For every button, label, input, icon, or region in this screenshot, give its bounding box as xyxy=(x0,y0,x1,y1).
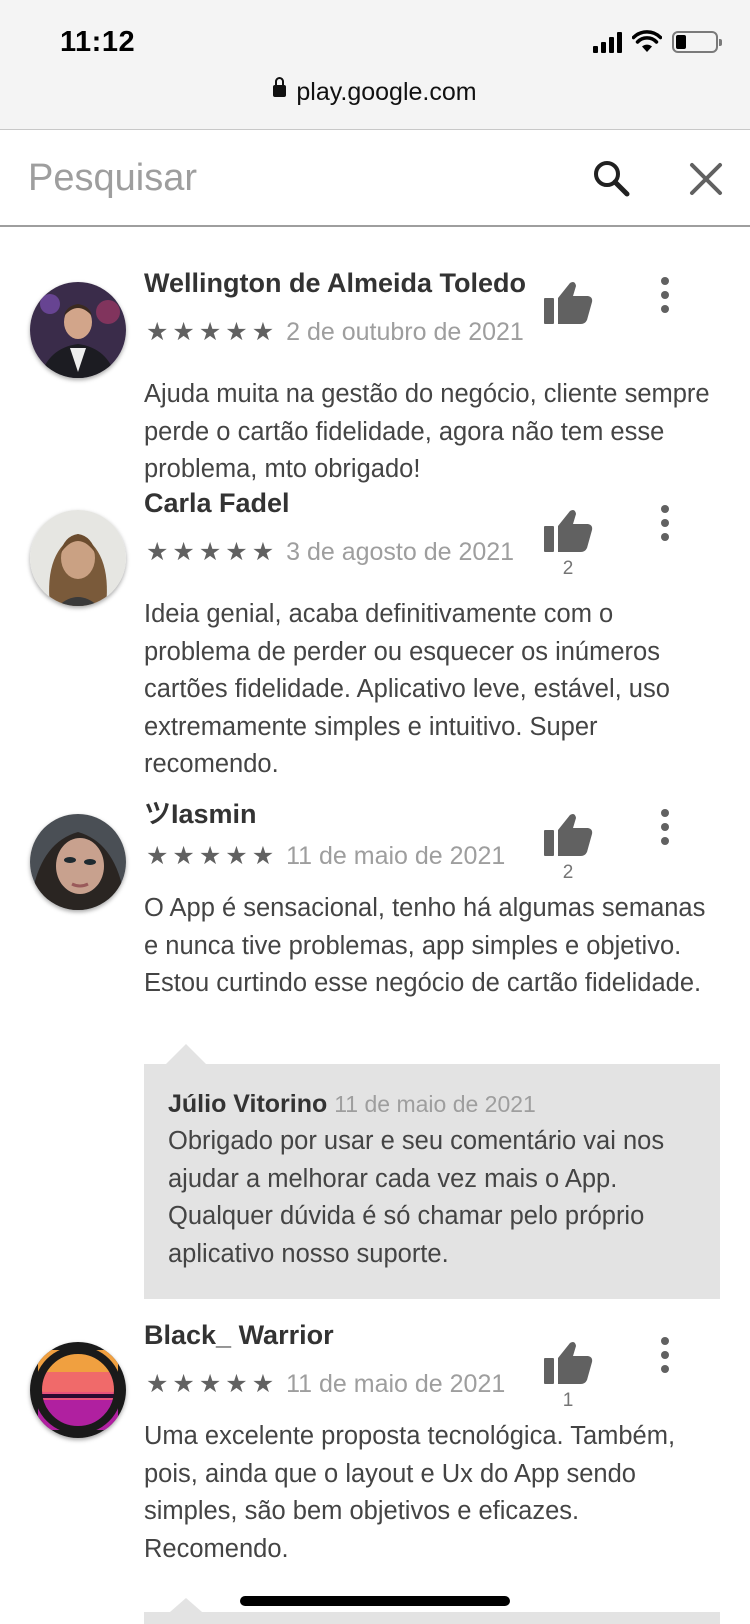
review-author: Carla Fadel xyxy=(144,488,290,518)
star-rating: ★ ★ ★ ★ ★ 2 de outubro de 2021 xyxy=(146,318,524,347)
star-icon: ★ xyxy=(172,842,195,870)
helpful-count: 1 xyxy=(562,1390,574,1411)
star-icon: ★ xyxy=(146,538,169,566)
battery-icon xyxy=(672,31,722,53)
cellular-signal-icon xyxy=(593,31,622,53)
review-text: Ideia genial, acaba definitivamente com … xyxy=(144,600,670,778)
thumbs-up-icon[interactable] xyxy=(542,1340,594,1386)
star-icon: ★ xyxy=(172,538,195,566)
reply-date: 11 de maio de 2021 xyxy=(334,1091,536,1117)
review-text: O App é sensacional, tenho há algumas se… xyxy=(144,894,706,997)
avatar[interactable] xyxy=(30,1342,126,1438)
more-options-icon[interactable] xyxy=(650,1336,680,1376)
address-bar[interactable]: play.google.com xyxy=(0,77,750,107)
status-icons xyxy=(593,30,722,54)
browser-chrome: 11:12 play.google.com xyxy=(0,0,750,130)
star-rating: ★ ★ ★ ★ ★ 11 de maio de 2021 xyxy=(146,842,505,871)
star-icon: ★ xyxy=(198,318,222,346)
review-text: Ajuda muita na gestão do negócio, client… xyxy=(144,380,710,483)
helpful-count: 2 xyxy=(562,862,574,883)
review-date: 3 de agosto de 2021 xyxy=(286,538,515,566)
star-icon: ★ xyxy=(198,842,222,870)
review-author: Wellington de Almeida Toledo xyxy=(144,268,527,298)
star-icon: ★ xyxy=(172,318,195,346)
avatar[interactable] xyxy=(30,814,126,910)
more-options-icon[interactable] xyxy=(650,276,680,316)
star-icon: ★ xyxy=(251,1370,275,1398)
more-options-icon[interactable] xyxy=(650,504,680,544)
review-author: Black_ Warrior xyxy=(144,1320,334,1350)
star-icon: ★ xyxy=(146,1370,169,1398)
review-date: 11 de maio de 2021 xyxy=(286,1370,506,1398)
helpful-count: 2 xyxy=(562,558,574,579)
star-rating: ★ ★ ★ ★ ★ 11 de maio de 2021 xyxy=(146,1370,505,1399)
search-icon[interactable] xyxy=(590,157,634,201)
star-icon: ★ xyxy=(172,1370,195,1398)
wifi-icon xyxy=(632,30,662,52)
star-icon: ★ xyxy=(251,538,275,566)
star-icon: ★ xyxy=(146,318,169,346)
reply-author: Júlio Vitorino xyxy=(168,1090,328,1118)
thumbs-up-icon[interactable] xyxy=(542,508,594,554)
search-input[interactable] xyxy=(28,153,548,203)
developer-reply: Júlio Vitorino 11 de maio de 2021 Obriga… xyxy=(144,1044,720,1299)
thumbs-up-icon[interactable] xyxy=(542,812,594,858)
star-icon: ★ xyxy=(146,842,169,870)
star-icon: ★ xyxy=(251,842,275,870)
review-date: 11 de maio de 2021 xyxy=(286,842,506,870)
star-icon: ★ xyxy=(251,318,275,346)
reply-header: Júlio Vitorino 11 de maio de 2021 xyxy=(168,1090,696,1119)
star-icon: ★ xyxy=(225,842,248,870)
status-time: 11:12 xyxy=(60,26,136,58)
star-rating: ★ ★ ★ ★ ★ 3 de agosto de 2021 xyxy=(146,538,514,567)
star-icon: ★ xyxy=(225,318,248,346)
star-icon: ★ xyxy=(225,1370,248,1398)
close-icon[interactable] xyxy=(684,157,728,201)
star-icon: ★ xyxy=(198,1370,222,1398)
avatar[interactable] xyxy=(30,282,126,378)
star-icon: ★ xyxy=(198,538,222,566)
home-indicator[interactable] xyxy=(240,1596,510,1606)
review-date: 2 de outubro de 2021 xyxy=(286,318,524,346)
lock-icon xyxy=(273,77,287,98)
avatar[interactable] xyxy=(30,510,126,606)
search-bar xyxy=(0,131,750,227)
developer-reply xyxy=(144,1598,720,1624)
reply-text: Obrigado por usar e seu comentário vai n… xyxy=(168,1127,665,1268)
review-author: ツIasmin xyxy=(144,799,257,829)
review-text: Uma excelente proposta tecnológica. Tamb… xyxy=(144,1422,676,1563)
thumbs-up-icon[interactable] xyxy=(542,280,594,326)
star-icon: ★ xyxy=(225,538,248,566)
url-text: play.google.com xyxy=(296,78,477,106)
more-options-icon[interactable] xyxy=(650,808,680,848)
